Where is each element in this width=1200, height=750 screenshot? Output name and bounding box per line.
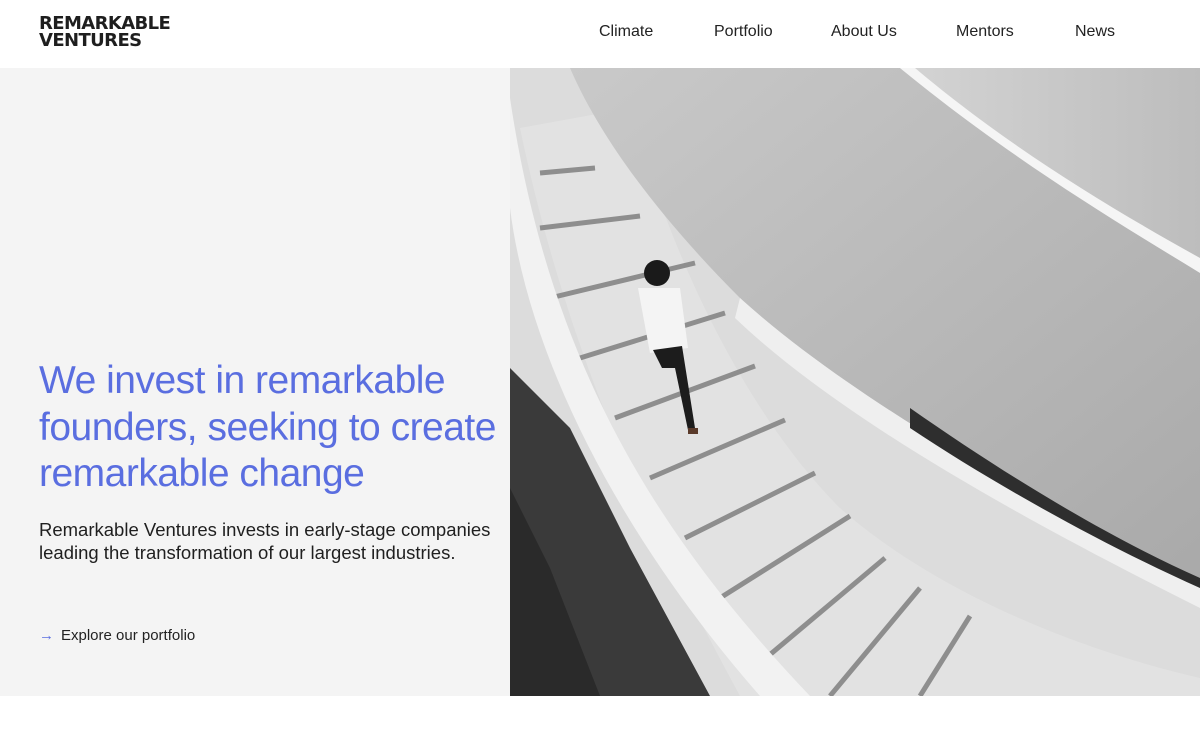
spiral-staircase-illustration <box>510 68 1200 696</box>
nav-item-news[interactable]: News <box>1075 21 1115 43</box>
nav-item-portfolio[interactable]: Portfolio <box>714 21 773 43</box>
hero-headline: We invest in remarkable founders, seekin… <box>39 359 496 495</box>
explore-portfolio-link[interactable]: → Explore our portfolio <box>39 625 195 645</box>
nav-item-climate[interactable]: Climate <box>599 21 653 43</box>
explore-portfolio-label: Explore our portfolio <box>61 626 196 644</box>
nav-item-mentors[interactable]: Mentors <box>956 21 1014 43</box>
arrow-right-icon: → <box>39 626 54 644</box>
site-header: REMARKABLE VENTURES Climate Portfolio Ab… <box>0 0 1200 68</box>
main-nav: Climate Portfolio About Us Mentors News <box>0 21 1200 43</box>
nav-item-about-us[interactable]: About Us <box>831 21 897 43</box>
hero-image <box>510 68 1200 696</box>
hero-subtext: Remarkable Ventures invests in early-sta… <box>39 519 491 563</box>
